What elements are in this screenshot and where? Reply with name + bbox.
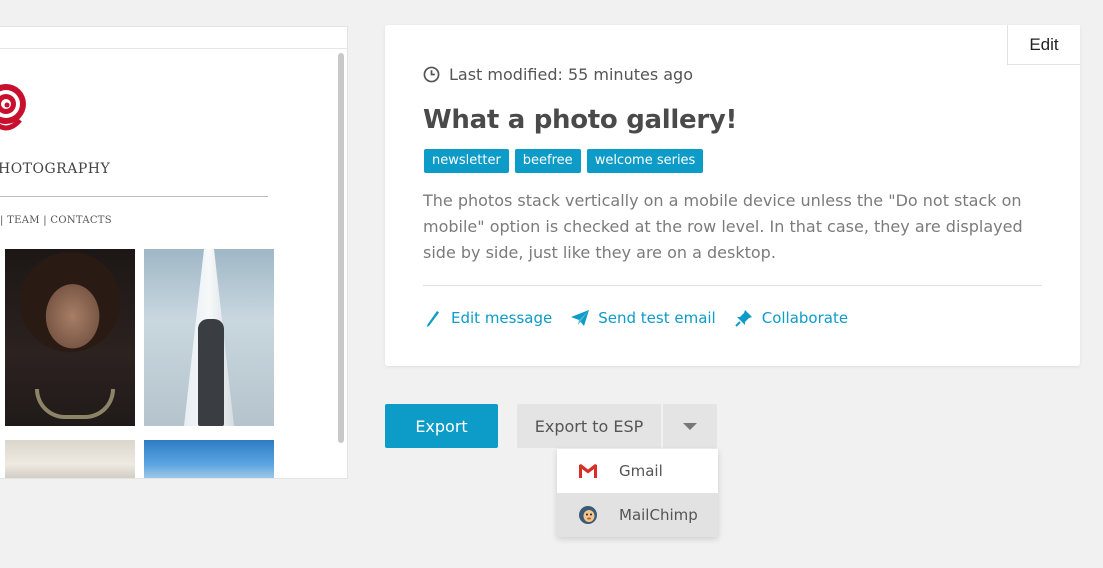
edit-button[interactable]: Edit [1007, 25, 1080, 65]
collaborate-label: Collaborate [761, 309, 849, 327]
send-test-email-link[interactable]: Send test email [570, 308, 716, 328]
preview-divider [0, 196, 268, 197]
rose-logo-icon [0, 84, 26, 131]
message-title: What a photo gallery! [423, 105, 738, 135]
person-shape [198, 319, 224, 426]
gmail-icon [579, 464, 597, 478]
card-actions: Edit message Send test email Collaborate [423, 308, 848, 328]
collaborate-link[interactable]: Collaborate [734, 308, 848, 328]
tag-welcome-series[interactable]: welcome series [586, 149, 704, 173]
tag-beefree[interactable]: beefree [514, 149, 581, 173]
esp-option-gmail[interactable]: Gmail [557, 449, 718, 493]
last-modified: Last modified: 55 minutes ago [423, 65, 693, 84]
preview-brand: HOTOGRAPHY [0, 161, 111, 177]
last-modified-text: Last modified: 55 minutes ago [449, 65, 693, 84]
tag-newsletter[interactable]: newsletter [424, 149, 509, 173]
esp-dropdown-toggle[interactable] [662, 404, 717, 448]
template-preview[interactable]: HOTOGRAPHY | TEAM | CONTACTS [0, 26, 348, 479]
message-card: Edit Last modified: 55 minutes ago What … [385, 25, 1080, 366]
gallery-photo-sky [144, 440, 274, 478]
preview-menu: | TEAM | CONTACTS [0, 215, 112, 226]
gallery-photo-sculpture [5, 440, 135, 478]
paper-plane-icon [571, 310, 590, 326]
export-button[interactable]: Export [385, 404, 498, 448]
mailchimp-icon [579, 506, 597, 524]
edit-message-label: Edit message [451, 309, 553, 327]
edit-message-link[interactable]: Edit message [423, 308, 552, 328]
message-description: The photos stack vertically on a mobile … [423, 191, 1023, 262]
pin-icon [735, 310, 752, 327]
send-test-email-label: Send test email [598, 309, 716, 327]
clock-icon [423, 66, 440, 83]
pencil-icon [427, 311, 439, 327]
preview-scrollbar[interactable] [338, 53, 344, 443]
esp-dropdown-menu: Gmail MailChimp [557, 449, 718, 537]
chevron-down-icon [683, 422, 697, 430]
preview-topbar [0, 27, 347, 49]
card-divider [423, 285, 1042, 286]
export-to-esp-button[interactable]: Export to ESP [517, 404, 661, 448]
tag-list: newsletter beefree welcome series [424, 149, 704, 173]
esp-option-gmail-label: Gmail [619, 462, 663, 480]
esp-option-mailchimp-label: MailChimp [619, 506, 698, 524]
gallery-photo-portrait [5, 249, 135, 426]
gallery-photo-tower [144, 249, 274, 426]
esp-option-mailchimp[interactable]: MailChimp [557, 493, 718, 537]
